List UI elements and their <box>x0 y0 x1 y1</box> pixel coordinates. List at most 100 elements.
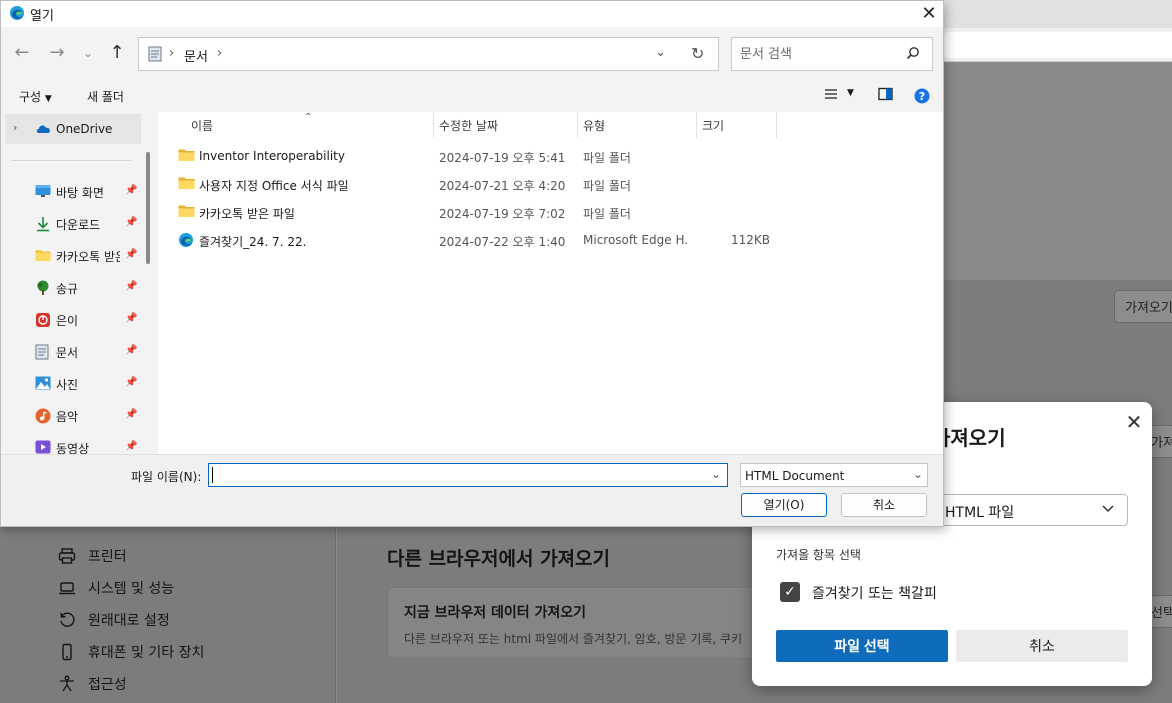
breadcrumb-documents[interactable]: 문서 <box>184 46 208 65</box>
file-type: 파일 폴더 <box>583 179 631 193</box>
folder-icon <box>35 248 51 265</box>
chevron-down-icon[interactable]: ⌄ <box>913 467 923 481</box>
dialog-title: 열기 <box>30 9 54 24</box>
nav-item-songkyu[interactable]: 송규 📌 <box>35 276 139 300</box>
file-type: Microsoft Edge H... <box>583 233 689 247</box>
nav-item-music[interactable]: 음악 📌 <box>35 404 139 428</box>
card-description: 다른 브라우저 또는 html 파일에서 즐겨찾기, 암호, 방문 기록, 쿠키 <box>404 632 743 646</box>
search-input[interactable] <box>740 45 890 63</box>
pin-icon[interactable]: 📌 <box>125 185 137 196</box>
column-type[interactable]: 유형 <box>583 117 605 134</box>
nav-item-pictures[interactable]: 사진 📌 <box>35 372 139 396</box>
file-row[interactable]: Inventor Interoperability 2024-07-19 오후 … <box>174 143 934 169</box>
chevron-right-icon[interactable]: › <box>217 46 222 61</box>
forward-arrow-icon[interactable]: → <box>46 41 68 65</box>
file-row[interactable]: 카카오톡 받은 파일 2024-07-19 오후 7:02 파일 폴더 <box>174 199 934 225</box>
filename-input[interactable]: ⌄ <box>208 463 728 487</box>
chevron-down-icon[interactable]: ⌄ <box>655 45 666 60</box>
text-caret <box>212 467 213 483</box>
settings-nav-label: 프린터 <box>88 549 127 565</box>
pin-icon[interactable]: 📌 <box>125 313 137 324</box>
organize-button[interactable]: 구성 ▼ <box>19 88 52 105</box>
cancel-button[interactable]: 취소 <box>841 493 927 517</box>
filetype-select[interactable]: HTML Document ⌄ <box>740 463 928 487</box>
view-list-icon[interactable] <box>824 87 838 104</box>
nav-item-label: 카카오톡 받은 파일 <box>56 250 120 264</box>
document-icon <box>148 46 162 65</box>
chevron-down-icon[interactable]: ⌄ <box>711 467 721 481</box>
column-name[interactable]: 이름 <box>191 117 213 134</box>
close-icon[interactable]: ✕ <box>917 2 941 26</box>
cloud-icon <box>35 123 52 137</box>
up-arrow-icon[interactable]: ↑ <box>106 41 128 65</box>
file-name: 즐겨찾기_24. 7. 22. <box>199 235 307 249</box>
printer-icon <box>56 545 78 567</box>
nav-scrollbar[interactable] <box>146 152 150 264</box>
caret-down-icon[interactable]: ▼ <box>847 88 854 98</box>
pin-icon[interactable]: 📌 <box>125 409 137 420</box>
preview-pane-icon[interactable] <box>878 87 893 104</box>
file-row[interactable]: 사용자 지정 Office 서식 파일 2024-07-21 오후 4:20 파… <box>174 171 934 197</box>
choose-file-button[interactable]: 파일 선택 <box>776 630 948 662</box>
dialog-footer: 파일 이름(N): ⌄ HTML Document ⌄ 열기(O) 취소 <box>1 454 943 526</box>
file-modified: 2024-07-19 오후 5:41 <box>439 151 566 165</box>
settings-nav-label: 접근성 <box>88 677 127 693</box>
new-folder-button[interactable]: 새 폴더 <box>87 88 124 105</box>
refresh-icon[interactable]: ↻ <box>691 44 704 63</box>
nav-item-desktop[interactable]: 바탕 화면 📌 <box>35 180 139 204</box>
navigation-pane: › OneDrive 바탕 화면 📌 다운로드 📌 카카오톡 받은 파일 📌 송… <box>1 112 157 454</box>
folder-icon <box>178 148 195 165</box>
settings-nav-system[interactable]: 시스템 및 성능 <box>56 572 204 604</box>
recent-locations-icon[interactable]: ⌄ <box>77 41 99 65</box>
file-type: 파일 폴더 <box>583 207 631 221</box>
import-source-select[interactable]: HTML 파일 <box>932 494 1128 526</box>
pin-icon[interactable]: 📌 <box>125 249 137 260</box>
chevron-right-icon[interactable]: › <box>13 121 17 134</box>
pin-icon[interactable]: 📌 <box>125 345 137 356</box>
import-button-top[interactable]: 가져오기 <box>1114 290 1172 323</box>
nav-item-downloads[interactable]: 다운로드 📌 <box>35 212 139 236</box>
nav-item-euni[interactable]: 은이 📌 <box>35 308 139 332</box>
search-box[interactable] <box>731 37 933 71</box>
favorites-checkbox[interactable]: ✓ <box>780 582 800 602</box>
column-divider[interactable] <box>577 112 578 138</box>
settings-band <box>943 62 1172 280</box>
nav-item-kakaotalk[interactable]: 카카오톡 받은 파일 📌 <box>35 244 139 268</box>
file-modified: 2024-07-19 오후 7:02 <box>439 207 566 221</box>
open-button[interactable]: 열기(O) <box>741 493 827 517</box>
settings-nav-reset[interactable]: 원래대로 설정 <box>56 604 204 636</box>
settings-nav-printer[interactable]: 프린터 <box>56 540 204 572</box>
column-modified[interactable]: 수정한 날짜 <box>439 117 498 134</box>
column-divider[interactable] <box>696 112 697 138</box>
file-size: 112KB <box>730 233 770 247</box>
pin-icon[interactable]: 📌 <box>125 377 137 388</box>
pin-icon[interactable]: 📌 <box>125 441 137 452</box>
nav-item-videos[interactable]: 동영상 📌 <box>35 436 139 454</box>
column-divider[interactable] <box>433 112 434 138</box>
nav-item-label: 바탕 화면 <box>56 186 104 200</box>
back-arrow-icon[interactable]: ← <box>11 41 33 65</box>
nav-item-documents[interactable]: 문서 📌 <box>35 340 139 364</box>
download-icon <box>35 216 51 235</box>
file-row[interactable]: 즐겨찾기_24. 7. 22. 2024-07-22 오후 1:40 Micro… <box>174 227 934 253</box>
pin-icon[interactable]: 📌 <box>125 281 137 292</box>
import-card[interactable]: 지금 브라우저 데이터 가져오기 다른 브라우저 또는 html 파일에서 즐겨… <box>387 587 787 659</box>
nav-item-label: OneDrive <box>56 122 113 136</box>
pin-icon[interactable]: 📌 <box>125 217 137 228</box>
video-icon <box>35 440 51 454</box>
close-icon[interactable]: ✕ <box>1124 412 1144 432</box>
pictures-icon <box>35 376 51 393</box>
settings-nav-accessibility[interactable]: 접근성 <box>56 668 204 700</box>
nav-item-onedrive[interactable]: › OneDrive <box>5 114 141 144</box>
column-divider[interactable] <box>776 112 777 138</box>
favorites-checkbox-label: 즐겨찾기 또는 책갈피 <box>812 586 937 602</box>
address-bar[interactable] <box>944 32 1172 58</box>
search-icon[interactable] <box>906 46 920 63</box>
file-modified: 2024-07-21 오후 4:20 <box>439 179 566 193</box>
settings-nav-label: 휴대폰 및 기타 장치 <box>88 645 205 661</box>
help-icon[interactable]: ? <box>914 88 930 107</box>
path-bar[interactable]: › 문서 › ⌄ ↻ <box>138 37 719 71</box>
column-size[interactable]: 크기 <box>702 117 724 134</box>
settings-nav-phone[interactable]: 휴대폰 및 기타 장치 <box>56 636 204 668</box>
import-cancel-button[interactable]: 취소 <box>956 630 1128 662</box>
